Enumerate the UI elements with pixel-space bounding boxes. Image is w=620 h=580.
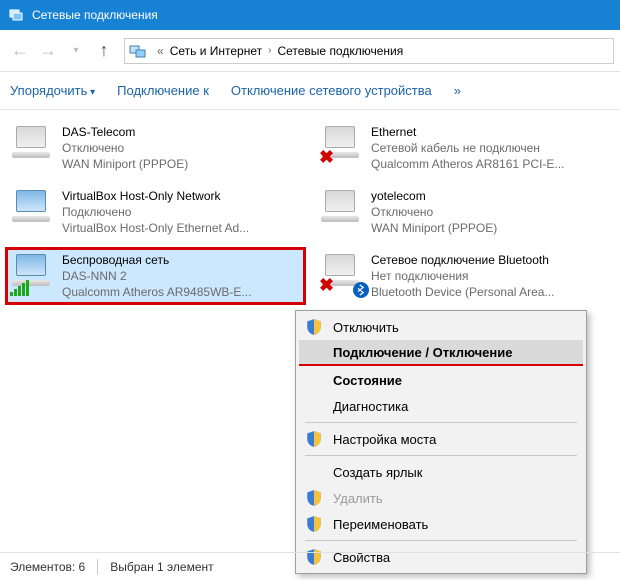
context-menu-label: Отключить (333, 320, 575, 335)
connection-status: Отключено (62, 140, 188, 156)
connection-status: Нет подключения (371, 268, 554, 284)
context-menu-separator (305, 540, 577, 541)
disconnected-x-icon: ✖ (319, 147, 334, 168)
bluetooth-icon (353, 282, 369, 298)
nav-bar: ← → ▾ ↑ « Сеть и Интернет › Сетевые подк… (0, 30, 620, 72)
uac-shield-icon (305, 318, 323, 336)
adapter-icon: ✖ (319, 252, 367, 296)
connection-device: Qualcomm Atheros AR9485WB-E... (62, 284, 251, 300)
disable-device-button[interactable]: Отключение сетевого устройства (231, 83, 432, 98)
breadcrumb-bar[interactable]: « Сеть и Интернет › Сетевые подключения (124, 38, 614, 64)
content-area: DAS-TelecomОтключеноWAN Miniport (PPPOE)… (0, 110, 620, 550)
adapter-icon: ✖ (319, 124, 367, 168)
connections-grid: DAS-TelecomОтключеноWAN Miniport (PPPOE)… (6, 120, 614, 304)
wifi-signal-icon (10, 280, 29, 296)
disconnected-x-icon: ✖ (319, 275, 334, 296)
context-menu-label: Подключение / Отключение (333, 345, 575, 360)
connection-title: Беспроводная сеть (62, 252, 251, 268)
status-count: Элементов: 6 (10, 560, 85, 574)
adapter-icon (10, 124, 58, 168)
adapter-icon (319, 188, 367, 232)
status-separator (97, 559, 98, 575)
connection-item[interactable]: DAS-TelecomОтключеноWAN Miniport (PPPOE) (6, 120, 305, 176)
context-menu-item[interactable]: Диагностика (299, 393, 583, 419)
connection-status: Подключено (62, 204, 249, 220)
connection-device: Qualcomm Atheros AR8161 PCI-E... (371, 156, 564, 172)
chevron-right-icon[interactable]: › (262, 45, 277, 56)
context-menu-item[interactable]: Настройка моста (299, 426, 583, 452)
connection-item[interactable]: yotelecomОтключеноWAN Miniport (PPPOE) (315, 184, 614, 240)
connection-title: Сетевое подключение Bluetooth (371, 252, 554, 268)
context-menu-item[interactable]: Состояние (299, 367, 583, 393)
connection-device: Bluetooth Device (Personal Area... (371, 284, 554, 300)
menu-icon-placeholder (305, 371, 323, 389)
context-menu-label: Настройка моста (333, 432, 575, 447)
context-menu-label: Переименовать (333, 517, 575, 532)
breadcrumb-overflow[interactable]: « (151, 44, 170, 58)
status-bar: Элементов: 6 Выбран 1 элемент (0, 552, 620, 580)
command-bar: Упорядочить Подключение к Отключение сет… (0, 72, 620, 110)
uac-shield-icon (305, 515, 323, 533)
adapter-icon (10, 188, 58, 232)
breadcrumb-part-1[interactable]: Сеть и Интернет (170, 44, 262, 58)
connection-title: Ethernet (371, 124, 564, 140)
status-selection: Выбран 1 элемент (110, 560, 213, 574)
context-menu-separator (305, 422, 577, 423)
connection-status: DAS-NNN 2 (62, 268, 251, 284)
context-menu: Отключить Подключение / Отключение Состоян… (295, 310, 587, 574)
connection-item[interactable]: Беспроводная сетьDAS-NNN 2Qualcomm Ather… (6, 248, 305, 304)
connection-device: VirtualBox Host-Only Ethernet Ad... (62, 220, 249, 236)
connection-title: yotelecom (371, 188, 497, 204)
window-title: Сетевые подключения (32, 8, 158, 22)
context-menu-item[interactable]: Создать ярлык (299, 459, 583, 485)
context-menu-label: Создать ярлык (333, 465, 575, 480)
menu-icon-placeholder (305, 397, 323, 415)
context-menu-label: Удалить (333, 491, 575, 506)
context-menu-separator (305, 455, 577, 456)
connection-item[interactable]: VirtualBox Host-Only NetworkПодключеноVi… (6, 184, 305, 240)
toolbar-overflow[interactable]: » (454, 83, 461, 98)
connection-item[interactable]: ✖ EthernetСетевой кабель не подключенQual… (315, 120, 614, 176)
menu-icon-placeholder (305, 343, 323, 361)
connection-item[interactable]: ✖ Сетевое подключение BluetoothНет подклю… (315, 248, 614, 304)
context-menu-item[interactable]: Переименовать (299, 511, 583, 537)
connection-device: WAN Miniport (PPPOE) (371, 220, 497, 236)
title-bar: Сетевые подключения (0, 0, 620, 30)
nav-up-button[interactable]: ↑ (90, 37, 118, 65)
nav-forward-button: → (34, 37, 62, 65)
app-icon (8, 7, 24, 23)
uac-shield-icon (305, 430, 323, 448)
organize-menu[interactable]: Упорядочить (10, 83, 95, 98)
breadcrumb-part-2[interactable]: Сетевые подключения (277, 44, 403, 58)
menu-icon-placeholder (305, 463, 323, 481)
connection-status: Отключено (371, 204, 497, 220)
connection-title: VirtualBox Host-Only Network (62, 188, 249, 204)
network-icon (129, 42, 147, 60)
connect-to-button[interactable]: Подключение к (117, 83, 209, 98)
context-menu-item[interactable]: Подключение / Отключение (299, 340, 583, 366)
adapter-icon (10, 252, 58, 296)
connection-title: DAS-Telecom (62, 124, 188, 140)
nav-recent-dropdown[interactable]: ▾ (62, 37, 90, 65)
context-menu-item[interactable]: Отключить (299, 314, 583, 340)
uac-shield-icon (305, 489, 323, 507)
context-menu-label: Диагностика (333, 399, 575, 414)
connection-status: Сетевой кабель не подключен (371, 140, 564, 156)
connection-device: WAN Miniport (PPPOE) (62, 156, 188, 172)
nav-back-button[interactable]: ← (6, 37, 34, 65)
context-menu-item: Удалить (299, 485, 583, 511)
context-menu-label: Состояние (333, 373, 575, 388)
